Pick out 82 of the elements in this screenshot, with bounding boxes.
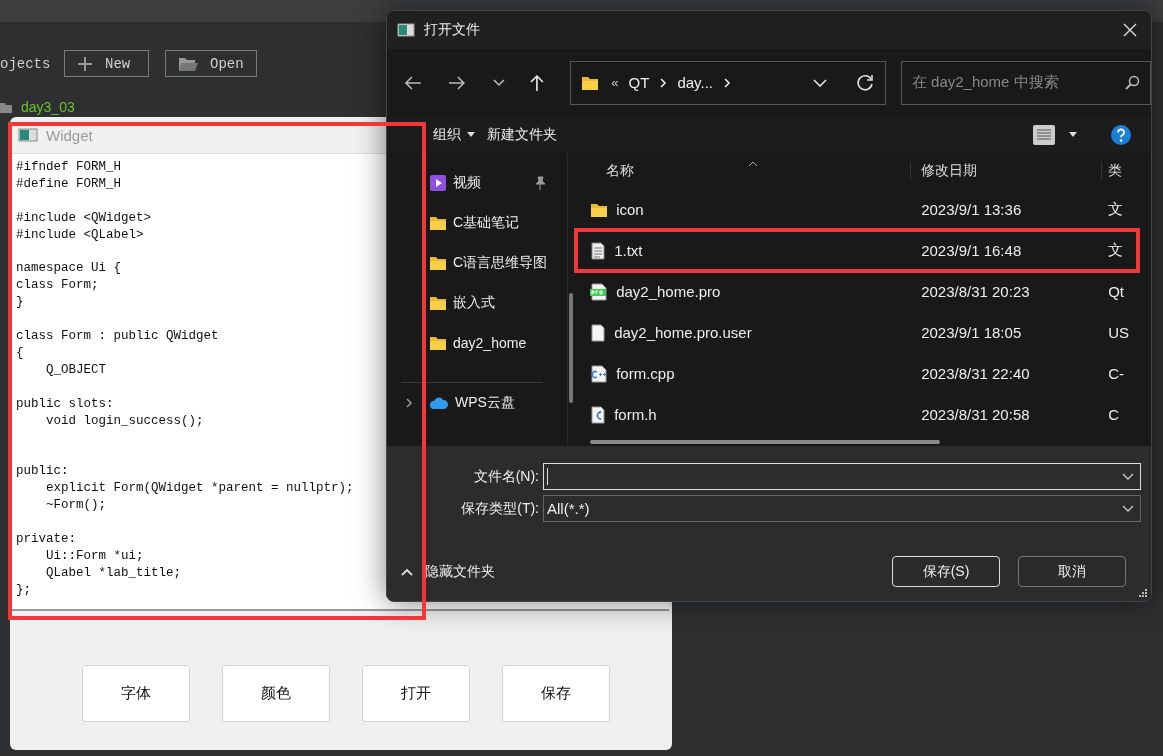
- chevron-right-icon: [405, 397, 413, 409]
- chevron-down-icon: [1122, 472, 1134, 481]
- file-type: Qt: [1107, 283, 1125, 300]
- scrollbar[interactable]: [590, 440, 941, 444]
- action-button[interactable]: 字体: [82, 665, 190, 722]
- chevron-down-icon: [1122, 504, 1134, 513]
- sidebar-item[interactable]: C语言思维导图: [387, 243, 568, 283]
- pin-icon: [533, 176, 548, 190]
- help-icon: [1111, 124, 1131, 145]
- search-field[interactable]: 在 day2_home 中搜索: [900, 60, 1151, 105]
- overflow-chevron[interactable]: «: [611, 75, 619, 90]
- file-date: 2023/9/1 16:48: [920, 242, 1023, 259]
- file-date: 2023/9/1 18:05: [920, 324, 1023, 341]
- address-bar[interactable]: « QT day...: [570, 60, 886, 105]
- chevron-right-icon: [659, 76, 668, 89]
- caret-icon: [1069, 132, 1077, 137]
- sidebar-item[interactable]: WPS云盘: [387, 383, 568, 423]
- project-link[interactable]: day3_03: [21, 99, 75, 115]
- file-type: US: [1107, 324, 1130, 341]
- file-type-dropdown[interactable]: All(*.*): [543, 495, 1141, 522]
- folder-icon: [429, 254, 447, 272]
- cancel-button[interactable]: 取消: [1018, 556, 1126, 587]
- file-type: 文: [1107, 200, 1125, 219]
- resize-grip-icon: [1137, 587, 1147, 597]
- text-file-icon: [590, 241, 607, 260]
- scrollbar[interactable]: [569, 293, 573, 403]
- file-date: 2023/9/1 13:36: [920, 201, 1023, 218]
- column-header[interactable]: 修改日期: [910, 162, 1102, 180]
- action-button[interactable]: 颜色: [222, 665, 330, 722]
- file-type: C-: [1107, 365, 1125, 382]
- search-icon: [1124, 74, 1140, 91]
- folder-icon: [0, 101, 12, 113]
- breadcrumb-item[interactable]: QT: [628, 74, 650, 91]
- breadcrumb-item[interactable]: day...: [677, 74, 713, 91]
- field-label: 保存类型(T):: [460, 499, 540, 518]
- file-name[interactable]: form.h: [614, 406, 657, 423]
- field-label: 文件名(N):: [472, 467, 540, 486]
- window-title: 打开文件: [424, 21, 480, 39]
- sidebar-item[interactable]: 视频: [387, 163, 568, 203]
- file-date: 2023/8/31 20:23: [920, 283, 1031, 300]
- app-icon: [397, 23, 415, 37]
- file-name[interactable]: 1.txt: [614, 242, 643, 259]
- chevron-down-icon: [812, 77, 827, 88]
- save-button[interactable]: 保存(S): [892, 556, 1000, 587]
- folder-icon: [429, 334, 447, 352]
- pro-file-icon: [590, 282, 609, 301]
- blank-file-icon: [590, 323, 607, 342]
- chevron-up-icon: [401, 567, 413, 576]
- file-date: 2023/8/31 20:58: [920, 406, 1031, 423]
- plus-icon: [77, 55, 93, 72]
- new-folder-button[interactable]: 新建文件夹: [487, 125, 557, 144]
- projects-label: ojects: [0, 55, 48, 72]
- chevron-right-icon: [723, 76, 731, 89]
- close-icon[interactable]: [1123, 23, 1137, 37]
- action-button[interactable]: 打开: [362, 665, 470, 722]
- open-button[interactable]: Open: [165, 50, 257, 77]
- organize-menu[interactable]: 组织: [433, 125, 475, 144]
- sidebar-item[interactable]: day2_home: [387, 323, 568, 363]
- cloud-icon: [429, 395, 449, 411]
- header-file-icon: [590, 405, 607, 424]
- video-icon: [429, 174, 447, 192]
- filename-field[interactable]: [543, 463, 1141, 490]
- file-date: 2023/8/31 22:40: [920, 365, 1031, 382]
- file-name[interactable]: icon: [616, 201, 644, 218]
- window-title: Widget: [46, 126, 93, 144]
- action-button[interactable]: 保存: [502, 665, 610, 722]
- folder-icon: [429, 214, 447, 232]
- folder-icon: [429, 294, 447, 312]
- sort-caret-icon: [748, 161, 759, 167]
- file-type: 文: [1107, 241, 1125, 260]
- cpp-file-icon: [590, 364, 609, 383]
- list-view-icon: [1033, 124, 1055, 145]
- folder-icon: [178, 55, 198, 72]
- file-type: C: [1107, 406, 1120, 423]
- caret-icon: [467, 132, 475, 137]
- sidebar-item[interactable]: 嵌入式: [387, 283, 568, 323]
- sidebar-item[interactable]: C基础笔记: [387, 203, 568, 243]
- column-header[interactable]: 类: [1101, 162, 1139, 180]
- new-button[interactable]: New: [64, 50, 149, 77]
- refresh-icon: [854, 72, 875, 93]
- hide-folders-toggle[interactable]: 隐藏文件夹: [401, 562, 495, 581]
- app-icon: [18, 127, 38, 143]
